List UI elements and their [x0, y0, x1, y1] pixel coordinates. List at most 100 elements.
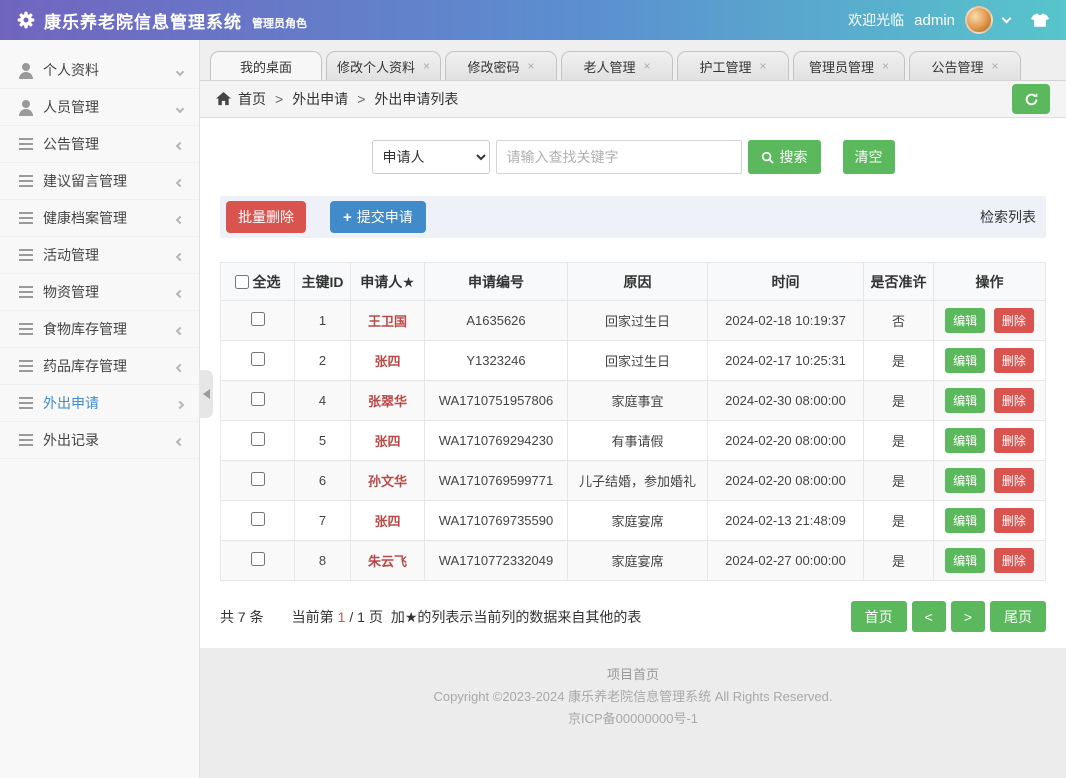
table-header-row: 全选 主键ID 申请人★ 申请编号 原因 时间 是否准许 操作: [221, 263, 1046, 301]
sidebar-item-label: 外出记录: [43, 430, 99, 450]
close-icon[interactable]: [644, 59, 651, 73]
breadcrumb-bar: 首页 外出申请 外出申请列表: [200, 81, 1066, 118]
delete-button[interactable]: 删除: [994, 388, 1034, 413]
search-input[interactable]: [496, 140, 742, 174]
tab[interactable]: 护工管理: [677, 51, 789, 80]
last-page-button[interactable]: 尾页: [990, 601, 1046, 632]
refresh-button[interactable]: [1012, 84, 1050, 114]
batch-delete-button[interactable]: 批量删除: [226, 201, 306, 233]
tab[interactable]: 修改个人资料: [326, 51, 441, 80]
edit-button[interactable]: 编辑: [945, 428, 985, 453]
breadcrumb-item[interactable]: 外出申请列表: [348, 89, 458, 109]
edit-button[interactable]: 编辑: [945, 468, 985, 493]
tab[interactable]: 我的桌面: [210, 51, 322, 80]
search-button[interactable]: 搜索: [748, 140, 821, 174]
menu-icon: [18, 284, 34, 300]
expand-chevron-icon: [177, 284, 183, 300]
page-footer: 项目首页 Copyright ©2023-2024 康乐养老院信息管理系统 Al…: [200, 648, 1066, 778]
row-checkbox[interactable]: [251, 472, 265, 486]
close-icon[interactable]: [992, 59, 999, 73]
applicant-link[interactable]: 朱云飞: [368, 554, 407, 569]
row-checkbox[interactable]: [251, 512, 265, 526]
cell-reason: 儿子结婚，参加婚礼: [568, 461, 708, 501]
sidebar-item[interactable]: 建议留言管理: [0, 163, 199, 200]
sidebar-item[interactable]: 人员管理: [0, 89, 199, 126]
sidebar-item[interactable]: 活动管理: [0, 237, 199, 274]
applicant-link[interactable]: 王卫国: [368, 314, 407, 329]
delete-button[interactable]: 删除: [994, 348, 1034, 373]
row-checkbox[interactable]: [251, 312, 265, 326]
sidebar-item-label: 健康档案管理: [43, 208, 127, 228]
user-avatar[interactable]: [965, 6, 993, 34]
column-header: 是否准许: [864, 263, 934, 301]
clear-button[interactable]: 清空: [843, 140, 895, 174]
close-icon[interactable]: [760, 59, 767, 73]
sidebar-item[interactable]: 外出申请: [0, 385, 199, 422]
cell-id: 4: [295, 381, 351, 421]
tab[interactable]: 公告管理: [909, 51, 1021, 80]
footer-home-link[interactable]: 项目首页: [607, 664, 659, 686]
sidebar-item[interactable]: 外出记录: [0, 422, 199, 459]
sidebar-item[interactable]: 公告管理: [0, 126, 199, 163]
tab[interactable]: 修改密码: [445, 51, 557, 80]
expand-chevron-icon: [177, 395, 183, 411]
close-icon[interactable]: [882, 59, 889, 73]
applicant-link[interactable]: 张四: [374, 434, 400, 449]
tab[interactable]: 老人管理: [561, 51, 673, 80]
delete-button[interactable]: 删除: [994, 508, 1034, 533]
select-all-checkbox[interactable]: [235, 275, 249, 289]
cell-time: 2024-02-20 08:00:00: [708, 461, 864, 501]
chevron-down-icon[interactable]: [1002, 14, 1012, 24]
edit-button[interactable]: 编辑: [945, 348, 985, 373]
data-table: 全选 主键ID 申请人★ 申请编号 原因 时间 是否准许 操作: [220, 262, 1046, 581]
search-field-select[interactable]: 申请人: [372, 140, 490, 174]
gear-icon: [16, 10, 36, 30]
sidebar-item[interactable]: 物资管理: [0, 274, 199, 311]
edit-button[interactable]: 编辑: [945, 548, 985, 573]
table-row: 6 孙文华 WA1710769599771 儿子结婚，参加婚礼 2024-02-…: [221, 461, 1046, 501]
theme-button[interactable]: [1030, 13, 1050, 28]
column-header: 申请编号: [425, 263, 568, 301]
row-checkbox[interactable]: [251, 392, 265, 406]
applicant-link[interactable]: 孙文华: [368, 474, 407, 489]
sidebar-collapse-handle[interactable]: [199, 370, 213, 418]
close-icon[interactable]: [528, 59, 535, 73]
table-row: 7 张四 WA1710769735590 家庭宴席 2024-02-13 21:…: [221, 501, 1046, 541]
applicant-link[interactable]: 张翠华: [368, 394, 407, 409]
prev-page-button[interactable]: <: [912, 601, 946, 632]
edit-button[interactable]: 编辑: [945, 308, 985, 333]
breadcrumb-item[interactable]: 外出申请: [266, 89, 348, 109]
role-badge: 管理员角色: [252, 15, 307, 31]
cell-approved: 是: [864, 341, 934, 381]
row-checkbox[interactable]: [251, 552, 265, 566]
applicant-link[interactable]: 张四: [374, 354, 400, 369]
expand-chevron-icon: [177, 210, 183, 226]
delete-button[interactable]: 删除: [994, 428, 1034, 453]
applicant-link[interactable]: 张四: [374, 514, 400, 529]
delete-button[interactable]: 删除: [994, 308, 1034, 333]
delete-button[interactable]: 删除: [994, 548, 1034, 573]
close-icon[interactable]: [423, 59, 430, 73]
first-page-button[interactable]: 首页: [851, 601, 907, 632]
sidebar-item-label: 建议留言管理: [43, 171, 127, 191]
delete-button[interactable]: 删除: [994, 468, 1034, 493]
sidebar-item[interactable]: 健康档案管理: [0, 200, 199, 237]
sidebar-item[interactable]: 个人资料: [0, 52, 199, 89]
sidebar-item[interactable]: 药品库存管理: [0, 348, 199, 385]
tab[interactable]: 管理员管理: [793, 51, 905, 80]
menu-icon: [18, 395, 34, 411]
sidebar-item[interactable]: 食物库存管理: [0, 311, 199, 348]
row-checkbox[interactable]: [251, 432, 265, 446]
breadcrumb-item[interactable]: 首页: [238, 89, 266, 109]
next-page-button[interactable]: >: [951, 601, 985, 632]
menu-icon: [18, 173, 34, 189]
tab-label: 修改个人资料: [337, 57, 415, 76]
edit-button[interactable]: 编辑: [945, 388, 985, 413]
table-row: 1 王卫国 A1635626 回家过生日 2024-02-18 10:19:37…: [221, 301, 1046, 341]
submit-request-button[interactable]: 提交申请: [330, 201, 426, 233]
expand-chevron-icon: [177, 247, 183, 263]
edit-button[interactable]: 编辑: [945, 508, 985, 533]
table-row: 2 张四 Y1323246 回家过生日 2024-02-17 10:25:31 …: [221, 341, 1046, 381]
cell-approved: 是: [864, 501, 934, 541]
row-checkbox[interactable]: [251, 352, 265, 366]
